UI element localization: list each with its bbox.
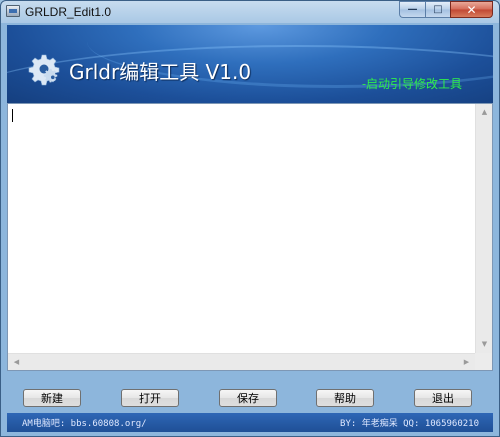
close-button[interactable]: ✕ (450, 1, 493, 18)
minimize-button[interactable]: — (399, 1, 425, 18)
app-window: GRLDR_Edit1.0 — □ ✕ Grldr编辑工具 V1.0 -启动引导… (0, 0, 500, 437)
scrollbar-corner (475, 353, 492, 370)
gear-icon (28, 54, 60, 86)
new-button[interactable]: 新建 (23, 389, 81, 407)
banner-subtitle: -启动引导修改工具 (362, 77, 463, 91)
header-banner: Grldr编辑工具 V1.0 -启动引导修改工具 (7, 25, 493, 103)
scroll-left-icon[interactable]: ◀ (8, 354, 25, 371)
close-icon: ✕ (466, 2, 477, 17)
status-bar: AM电脑吧: bbs.60808.org/ BY: 年老痴呆 QQ: 10659… (7, 413, 493, 432)
window-title: GRLDR_Edit1.0 (25, 5, 112, 19)
help-button[interactable]: 帮助 (316, 389, 374, 407)
text-editor[interactable]: ▲ ▼ ◀ ▶ (7, 103, 493, 371)
scroll-right-icon[interactable]: ▶ (458, 354, 475, 371)
window-controls: — □ ✕ (399, 1, 493, 19)
text-caret (12, 109, 13, 122)
banner-title: Grldr编辑工具 V1.0 (69, 60, 252, 84)
vertical-scrollbar[interactable]: ▲ ▼ (475, 104, 492, 353)
status-website: AM电脑吧: bbs.60808.org/ (22, 419, 147, 429)
scroll-down-icon[interactable]: ▼ (476, 336, 493, 353)
scroll-up-icon[interactable]: ▲ (476, 104, 493, 121)
button-row: 新建 打开 保存 帮助 退出 (7, 389, 493, 409)
exit-button[interactable]: 退出 (414, 389, 472, 407)
maximize-button[interactable]: □ (425, 1, 450, 18)
status-author: BY: 年老痴呆 QQ: 1065960210 (340, 419, 479, 429)
minimize-icon: — (407, 3, 418, 15)
app-icon[interactable] (6, 5, 20, 17)
save-button[interactable]: 保存 (219, 389, 277, 407)
horizontal-scrollbar[interactable]: ◀ ▶ (8, 353, 475, 370)
title-bar[interactable]: GRLDR_Edit1.0 — □ ✕ (1, 1, 499, 23)
open-button[interactable]: 打开 (121, 389, 179, 407)
maximize-icon: □ (433, 3, 443, 15)
